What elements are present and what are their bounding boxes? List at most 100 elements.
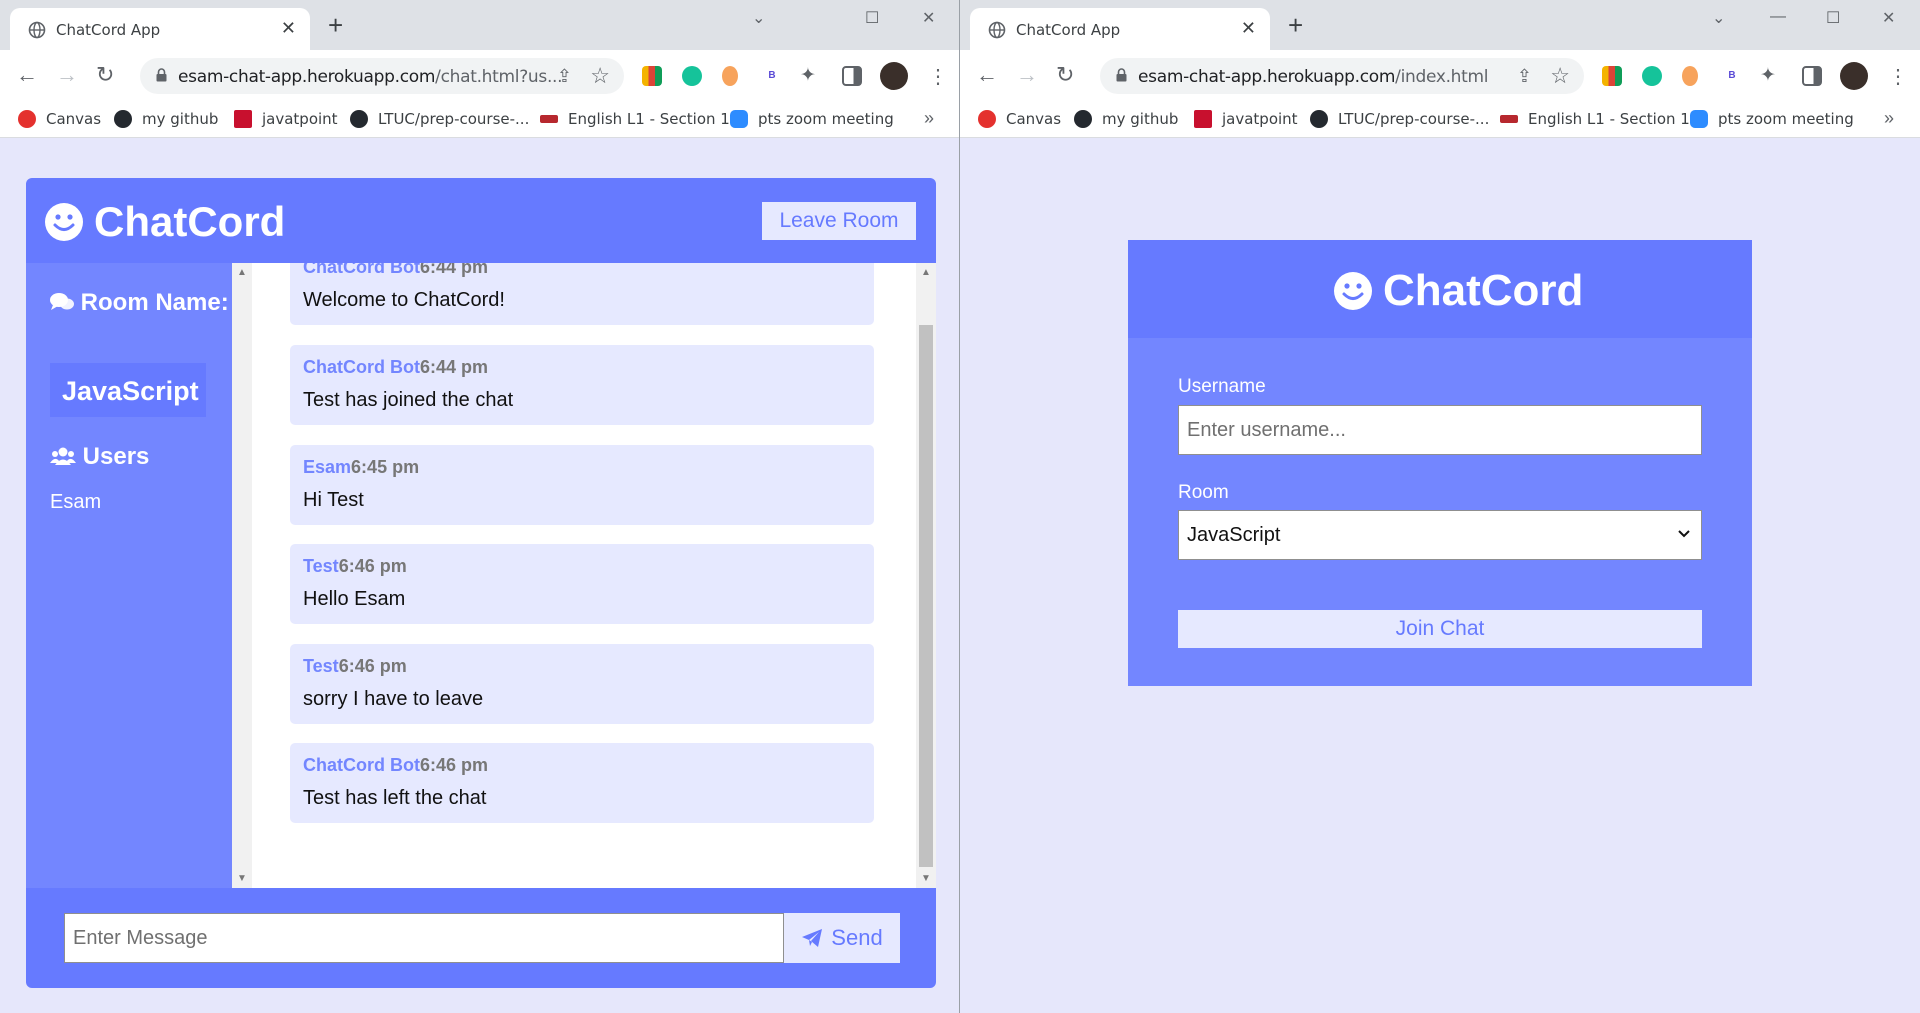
reload-icon[interactable]: ↻ xyxy=(1056,64,1074,86)
close-icon[interactable]: ✕ xyxy=(281,18,296,39)
share-icon[interactable]: ⇪ xyxy=(557,66,572,87)
close-icon[interactable]: ✕ xyxy=(1882,8,1895,28)
maximize-icon[interactable]: ☐ xyxy=(865,8,879,28)
address-bar[interactable]: esam-chat-app.herokuapp.com/chat.html?us… xyxy=(140,58,624,94)
message: ChatCord Bot6:46 pm Test has left the ch… xyxy=(290,743,874,823)
browser-window-chat: ChatCord App ✕ + ⌄ ☐ ✕ ← → ↻ esam-chat-a… xyxy=(0,0,960,1013)
plus-icon[interactable]: + xyxy=(328,12,343,38)
message: ChatCord Bot6:44 pm Welcome to ChatCord! xyxy=(290,263,874,325)
bookmark-label: LTUC/prep-course-... xyxy=(1338,110,1490,128)
scroll-up-icon[interactable]: ▲ xyxy=(237,267,247,278)
message-user: Test xyxy=(303,556,339,576)
extension-icon[interactable] xyxy=(722,66,738,86)
extension-icon[interactable] xyxy=(1602,66,1622,86)
extension-b-icon[interactable]: B xyxy=(1722,66,1742,86)
github-icon xyxy=(350,110,368,128)
avatar[interactable] xyxy=(1840,62,1868,90)
plus-icon[interactable]: + xyxy=(1288,12,1303,38)
tab-chatcord[interactable]: ChatCord App ✕ xyxy=(10,8,310,50)
bookmark-ltuc[interactable]: LTUC/prep-course-... xyxy=(1310,110,1489,128)
scroll-down-icon[interactable]: ▼ xyxy=(921,873,931,884)
side-panel-icon[interactable] xyxy=(842,66,862,86)
browser-toolbar: ← → ↻ esam-chat-app.herokuapp.com/chat.h… xyxy=(0,50,959,102)
extension-icon[interactable] xyxy=(1682,66,1698,86)
bookmark-ltuc[interactable]: LTUC/prep-course-... xyxy=(350,110,529,128)
bookmark-english[interactable]: English L1 - Section 1 xyxy=(540,110,730,128)
room-label: Room xyxy=(1178,482,1229,503)
extensions-puzzle-icon[interactable]: ✦ xyxy=(800,64,816,87)
extension-b-icon[interactable]: B xyxy=(762,66,782,86)
share-icon[interactable]: ⇪ xyxy=(1517,66,1532,87)
extension-icon[interactable] xyxy=(642,66,662,86)
canvas-icon xyxy=(978,110,996,128)
chevron-right-icon[interactable]: » xyxy=(924,108,934,129)
message-meta: ChatCord Bot6:46 pm xyxy=(303,755,488,776)
scrollbar-thumb[interactable] xyxy=(919,325,933,867)
back-arrow-icon[interactable]: ← xyxy=(16,64,38,86)
star-icon[interactable]: ☆ xyxy=(1550,63,1570,89)
bookmarks-bar: Canvas my github javatpoint LTUC/prep-co… xyxy=(0,102,959,138)
ltuc-icon xyxy=(1500,115,1518,123)
leave-room-button[interactable]: Leave Room xyxy=(762,202,916,240)
javatpoint-icon xyxy=(1194,110,1212,128)
join-container: ChatCord Username Enter username... Room… xyxy=(1128,240,1752,686)
message-time: 6:44 pm xyxy=(419,263,489,277)
minimize-icon[interactable]: — xyxy=(1770,8,1786,26)
message: Test6:46 pm Hello Esam xyxy=(290,544,874,624)
github-icon xyxy=(114,110,132,128)
browser-window-join: ChatCord App ✕ + ⌄ — ☐ ✕ ← → ↻ esam-chat… xyxy=(960,0,1920,1013)
forward-arrow-icon[interactable]: → xyxy=(1016,64,1038,86)
tab-chatcord[interactable]: ChatCord App ✕ xyxy=(970,8,1270,50)
scrollbar-right[interactable]: ▲ ▼ xyxy=(916,263,936,888)
room-select-value: JavaScript xyxy=(1187,523,1281,546)
bookmark-canvas[interactable]: Canvas xyxy=(18,110,101,128)
message-time: 6:46 pm xyxy=(338,556,407,576)
message-text: Hi Test xyxy=(303,489,364,511)
grammarly-icon[interactable] xyxy=(682,66,702,86)
close-icon[interactable]: ✕ xyxy=(922,8,935,28)
tab-strip: ChatCord App ✕ + ⌄ — ☐ ✕ xyxy=(960,0,1920,50)
join-chat-button[interactable]: Join Chat xyxy=(1178,610,1702,648)
username-input[interactable]: Enter username... xyxy=(1178,405,1702,455)
chevron-down-icon[interactable]: ⌄ xyxy=(1712,8,1725,28)
bookmark-zoom[interactable]: pts zoom meeting xyxy=(1690,110,1854,128)
address-bar[interactable]: esam-chat-app.herokuapp.com/index.html ⇪… xyxy=(1100,58,1584,94)
grammarly-icon[interactable] xyxy=(1642,66,1662,86)
kebab-menu-icon[interactable]: ⋮ xyxy=(928,64,948,89)
chat-messages[interactable]: ▲ ▼ ChatCord Bot6:44 pm Welcome to ChatC… xyxy=(232,263,936,888)
send-button[interactable]: Send xyxy=(784,913,900,963)
side-panel-icon[interactable] xyxy=(1802,66,1822,86)
message-input[interactable] xyxy=(64,913,784,963)
kebab-menu-icon[interactable]: ⋮ xyxy=(1888,64,1908,89)
avatar[interactable] xyxy=(880,62,908,90)
close-icon[interactable]: ✕ xyxy=(1241,18,1256,39)
bookmark-my-github[interactable]: my github xyxy=(114,110,218,128)
smiley-icon xyxy=(1334,272,1372,310)
star-icon[interactable]: ☆ xyxy=(590,63,610,89)
bookmark-javatpoint[interactable]: javatpoint xyxy=(1194,110,1298,128)
bookmark-my-github[interactable]: my github xyxy=(1074,110,1178,128)
bookmark-javatpoint[interactable]: javatpoint xyxy=(234,110,338,128)
message: Test6:46 pm sorry I have to leave xyxy=(290,644,874,724)
scroll-down-icon[interactable]: ▼ xyxy=(237,873,247,884)
extensions-puzzle-icon[interactable]: ✦ xyxy=(1760,64,1776,87)
bookmark-english[interactable]: English L1 - Section 1 xyxy=(1500,110,1690,128)
tab-strip: ChatCord App ✕ + ⌄ ☐ ✕ xyxy=(0,0,959,50)
reload-icon[interactable]: ↻ xyxy=(96,64,114,86)
bookmarks-bar: Canvas my github javatpoint LTUC/prep-co… xyxy=(960,102,1920,138)
scrollbar-left[interactable]: ▲ ▼ xyxy=(232,263,252,888)
chevron-right-icon[interactable]: » xyxy=(1884,108,1894,129)
chevron-down-icon[interactable]: ⌄ xyxy=(752,8,765,28)
message-time: 6:46 pm xyxy=(338,656,407,676)
message-user: ChatCord Bot xyxy=(303,263,420,277)
bookmark-zoom[interactable]: pts zoom meeting xyxy=(730,110,894,128)
message-user: ChatCord Bot xyxy=(303,755,420,775)
bookmark-canvas[interactable]: Canvas xyxy=(978,110,1061,128)
maximize-icon[interactable]: ☐ xyxy=(1826,8,1840,28)
message-meta: ChatCord Bot6:44 pm xyxy=(303,263,488,278)
scroll-up-icon[interactable]: ▲ xyxy=(921,267,931,278)
back-arrow-icon[interactable]: ← xyxy=(976,64,998,86)
brand-logo: ChatCord xyxy=(44,198,285,246)
forward-arrow-icon[interactable]: → xyxy=(56,64,78,86)
room-select[interactable]: JavaScript xyxy=(1178,510,1702,560)
